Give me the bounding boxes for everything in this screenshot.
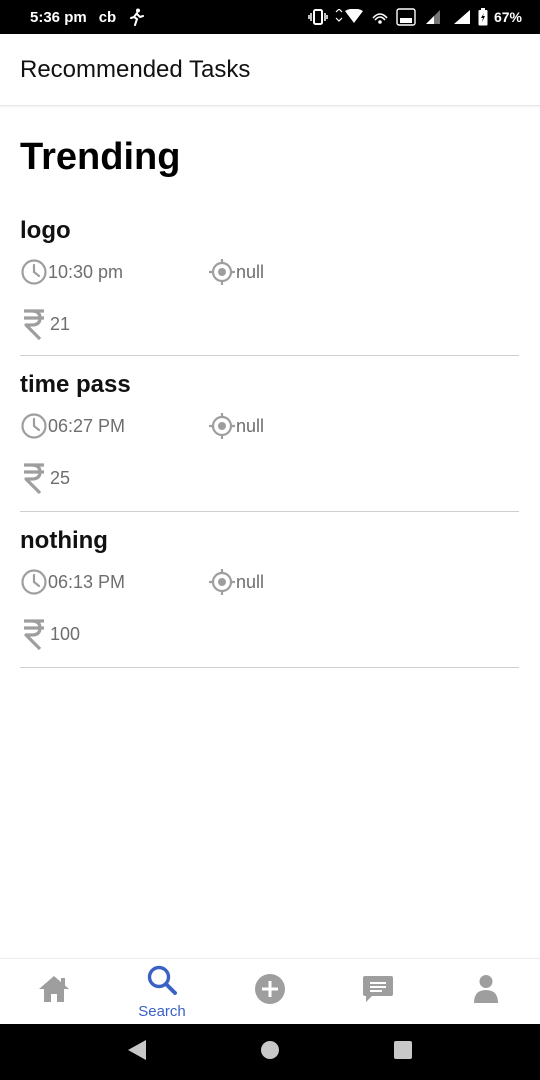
nav-search[interactable]: Search (108, 959, 216, 1024)
task-price: 25 (50, 467, 71, 488)
task-name: time pass (20, 371, 131, 398)
task-price: 21 (50, 313, 71, 334)
task-time: 10:30 pm (48, 261, 124, 282)
carrier-mark: cb (98, 8, 117, 26)
task-time-row: 06:13 PM (20, 568, 125, 596)
hotspot-icon (370, 9, 390, 25)
task-list: logo 10:30 pm null 21 time pass 06:27 PM… (20, 216, 519, 668)
volte-icon (396, 8, 416, 26)
rupee-icon (20, 617, 48, 651)
task-price-row: 21 (20, 307, 70, 341)
location-target-icon (208, 568, 236, 596)
section-title: Trending (20, 136, 181, 178)
task-item[interactable]: logo 10:30 pm null 21 (20, 216, 519, 356)
task-item[interactable]: nothing 06:13 PM null 100 (20, 512, 519, 668)
recents-square-icon[interactable] (392, 1039, 414, 1066)
location-target-icon (208, 258, 236, 286)
nav-home[interactable] (0, 959, 108, 1024)
app-bar: Recommended Tasks (0, 34, 540, 106)
task-price-row: 100 (20, 617, 80, 651)
rupee-icon (20, 307, 48, 341)
battery-icon (478, 8, 488, 26)
search-icon (146, 964, 178, 1001)
back-icon[interactable] (126, 1038, 148, 1067)
nav-add[interactable] (216, 959, 324, 1024)
wifi-icon (334, 9, 364, 25)
content: Trending logo 10:30 pm null 21 time pass… (20, 107, 519, 668)
task-time-row: 06:27 PM (20, 412, 125, 440)
task-location-row: null (208, 258, 264, 286)
task-item[interactable]: time pass 06:27 PM null 25 (20, 356, 519, 512)
rupee-icon (20, 461, 48, 495)
task-name: logo (20, 217, 71, 244)
clock-icon (20, 412, 48, 440)
clock-icon (20, 258, 48, 286)
task-price: 100 (50, 623, 81, 644)
nav-profile[interactable] (432, 959, 540, 1024)
nav-search-label: Search (138, 1002, 186, 1020)
signal-2-icon (452, 9, 472, 25)
status-bar: 5:36 pm cb 67% (0, 0, 540, 34)
bottom-nav: Search (0, 958, 540, 1024)
activity-icon (128, 8, 145, 26)
add-circle-icon (254, 973, 286, 1010)
task-location-row: null (208, 568, 264, 596)
location-target-icon (208, 412, 236, 440)
system-nav-bar (0, 1024, 540, 1080)
signal-1-icon (422, 9, 446, 25)
home-icon (37, 974, 71, 1009)
clock-icon (20, 568, 48, 596)
screen: 5:36 pm cb 67% Recommended Tasks Trendin… (0, 0, 540, 1080)
profile-icon (473, 974, 499, 1009)
battery-percent: 67% (493, 9, 522, 25)
page-title: Recommended Tasks (20, 55, 251, 83)
home-circle-icon[interactable] (259, 1039, 281, 1066)
task-location: null (236, 261, 265, 282)
task-location: null (236, 415, 265, 436)
task-name: nothing (20, 527, 108, 554)
task-time-row: 10:30 pm (20, 258, 123, 286)
task-time: 06:27 PM (48, 415, 126, 436)
nav-messages[interactable] (324, 959, 432, 1024)
status-time: 5:36 pm (30, 8, 87, 26)
task-location: null (236, 571, 265, 592)
task-time: 06:13 PM (48, 571, 126, 592)
task-location-row: null (208, 412, 264, 440)
task-price-row: 25 (20, 461, 70, 495)
vibrate-icon (308, 9, 328, 25)
chat-icon (362, 974, 394, 1009)
